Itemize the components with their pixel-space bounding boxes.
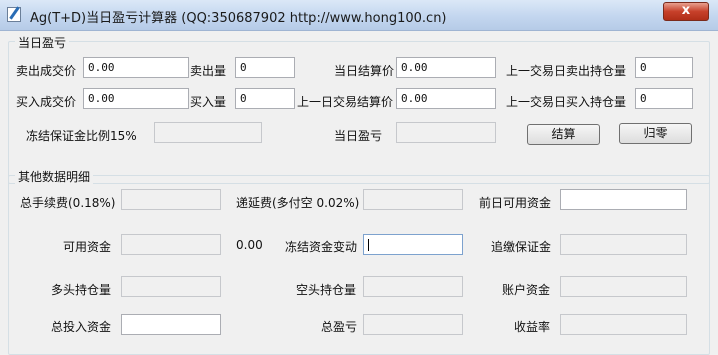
short-pos-label: 空头持仓量	[296, 283, 357, 297]
window-title: Ag(T+D)当日盈亏计算器 (QQ:350687902 http://www.…	[30, 11, 447, 26]
margin-ratio-output	[154, 122, 262, 143]
deferral-fee-output	[363, 189, 463, 210]
prev-sell-pos-input[interactable]: 0	[635, 57, 693, 78]
daily-pnl-group-title: 当日盈亏	[15, 34, 70, 51]
short-pos-output	[363, 276, 463, 297]
prev-available-label: 前日可用资金	[479, 196, 552, 210]
close-button[interactable]: x	[663, 2, 709, 21]
sell-qty-label: 卖出量	[190, 64, 227, 78]
margin-ratio-label: 冻结保证金比例15%	[26, 129, 137, 143]
margin-call-label: 追缴保证金	[491, 240, 552, 254]
prev-buy-pos-label: 上一交易日买入持仓量	[506, 95, 627, 109]
total-pnl-output	[363, 314, 463, 335]
yield-label: 收益率	[514, 320, 551, 334]
sell-qty-input[interactable]: 0	[235, 57, 295, 78]
available-value: 0.00	[236, 238, 263, 252]
settle-price-label: 当日结算价	[334, 64, 395, 78]
frozen-change-label: 冻结资金变动	[285, 240, 358, 254]
deferral-fee-label: 递延费(多付空 0.02%)	[236, 196, 360, 210]
reset-button[interactable]: 归零	[619, 123, 692, 144]
account-funds-output	[560, 276, 687, 297]
frozen-change-input[interactable]	[363, 234, 463, 255]
buy-price-input[interactable]: 0.00	[83, 88, 189, 109]
available-output	[121, 234, 221, 255]
sell-price-input[interactable]: 0.00	[83, 57, 189, 78]
long-pos-output	[121, 276, 221, 297]
sell-price-label: 卖出成交价	[16, 64, 77, 78]
app-icon	[7, 7, 21, 22]
total-invest-label: 总投入资金	[51, 320, 112, 334]
buy-price-label: 买入成交价	[16, 95, 77, 109]
buy-qty-input[interactable]: 0	[235, 88, 295, 109]
client-area: 当日盈亏 卖出成交价 0.00 卖出量 0 当日结算价 0.00 上一交易日卖出…	[8, 31, 710, 355]
title-bar: Ag(T+D)当日盈亏计算器 (QQ:350687902 http://www.…	[0, 0, 718, 31]
prev-available-input[interactable]	[560, 189, 687, 210]
prev-settle-input[interactable]: 0.00	[396, 88, 496, 109]
text-caret	[368, 239, 369, 251]
total-fee-output	[121, 189, 221, 210]
calculate-button[interactable]: 结算	[527, 124, 600, 145]
settle-price-input[interactable]: 0.00	[396, 57, 496, 78]
other-data-group-title: 其他数据明细	[15, 168, 94, 185]
yield-output	[560, 314, 687, 335]
long-pos-label: 多头持仓量	[51, 283, 112, 297]
prev-sell-pos-label: 上一交易日卖出持仓量	[506, 64, 627, 78]
daily-pnl-label: 当日盈亏	[334, 129, 383, 143]
prev-buy-pos-input[interactable]: 0	[635, 88, 693, 109]
total-pnl-label: 总盈亏	[321, 320, 358, 334]
total-fee-label: 总手续费(0.18%)	[20, 196, 116, 210]
buy-qty-label: 买入量	[190, 95, 227, 109]
margin-call-output	[560, 234, 687, 255]
prev-settle-label: 上一日交易结算价	[297, 95, 394, 109]
available-label: 可用资金	[63, 240, 112, 254]
account-funds-label: 账户资金	[502, 283, 551, 297]
total-invest-input[interactable]	[121, 314, 221, 335]
daily-pnl-output	[396, 122, 496, 143]
